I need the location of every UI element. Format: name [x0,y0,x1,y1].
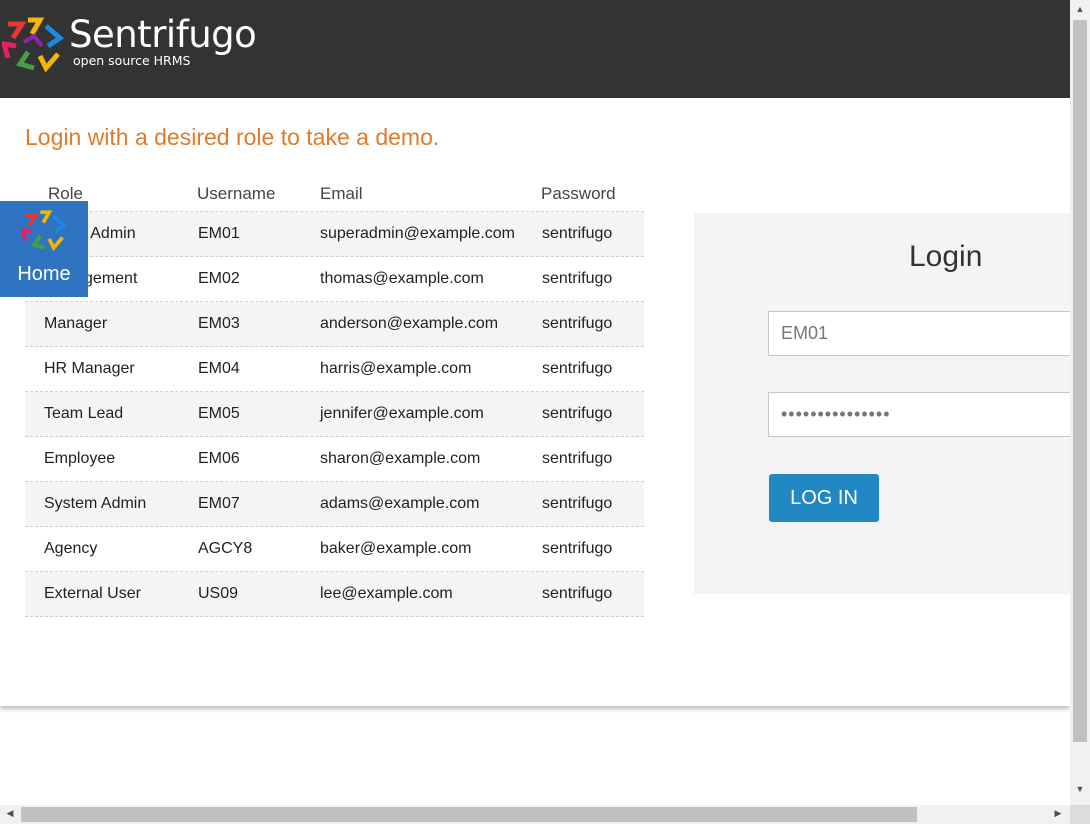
cell-email: sharon@example.com [320,450,481,467]
table-row[interactable]: External User US09 lee@example.com sentr… [25,572,644,617]
table-row[interactable]: Super Admin EM01 superadmin@example.com … [25,212,644,257]
brand-tagline: open source HRMS [73,53,191,68]
cell-username: EM02 [198,270,240,287]
cell-role: HR Manager [44,360,135,377]
cell-email: adams@example.com [320,495,480,512]
table-row[interactable]: HR Manager EM04 harris@example.com sentr… [25,347,644,392]
sentrifugo-logo-icon [21,210,67,251]
horizontal-scrollbar[interactable]: ◀ ▶ [0,805,1070,824]
cell-email: thomas@example.com [320,270,484,287]
login-panel: Login LOG IN [694,213,1070,594]
cell-username: EM05 [198,405,240,422]
home-button[interactable]: Home [0,201,88,297]
column-header-username: Username [197,184,276,203]
scroll-left-arrow-icon[interactable]: ◀ [0,808,20,819]
scrollbar-corner [1070,805,1090,824]
cell-email: jennifer@example.com [320,405,484,422]
cell-username: AGCY8 [198,540,253,557]
table-row[interactable]: System Admin EM07 adams@example.com sent… [25,482,644,527]
cell-password: sentrifugo [542,225,613,242]
cell-password: sentrifugo [542,495,613,512]
cell-username: EM03 [198,315,240,332]
cell-username: EM04 [198,360,240,377]
login-button[interactable]: LOG IN [769,474,879,522]
vertical-scroll-thumb[interactable] [1073,20,1087,742]
cell-role: Team Lead [44,405,124,422]
top-header: Sentrifugo open source HRMS [0,0,1070,98]
table-row[interactable]: Management EM02 thomas@example.com sentr… [25,257,644,302]
password-input[interactable] [768,392,1070,437]
brand-name: Sentrifugo [69,13,257,56]
page-viewport: Sentrifugo open source HRMS Login with a… [0,0,1070,805]
cell-username: EM01 [198,225,240,242]
home-button-label: Home [17,263,71,285]
demo-credentials-table: Role Username Email Password Super Admin… [25,172,644,617]
cell-email: anderson@example.com [320,315,499,332]
cell-password: sentrifugo [542,270,613,287]
cell-password: sentrifugo [542,405,613,422]
cell-role: Manager [44,315,108,332]
cell-username: US09 [198,585,239,602]
cell-username: EM06 [198,450,240,467]
cell-password: sentrifugo [542,315,613,332]
cell-email: superadmin@example.com [320,225,515,242]
cell-role: Agency [44,540,98,557]
scroll-right-arrow-icon[interactable]: ▶ [1048,808,1068,819]
column-header-email: Email [320,184,363,203]
demo-heading: Login with a desired role to take a demo… [25,124,440,150]
cell-email: harris@example.com [320,360,472,377]
cell-password: sentrifugo [542,540,613,557]
login-title: Login [909,240,983,273]
horizontal-scroll-thumb[interactable] [21,807,917,822]
sentrifugo-logo-icon[interactable] [2,16,64,72]
cell-password: sentrifugo [542,585,613,602]
cell-password: sentrifugo [542,450,613,467]
cell-email: baker@example.com [320,540,472,557]
cell-password: sentrifugo [542,360,613,377]
scroll-down-arrow-icon[interactable]: ▼ [1070,784,1090,794]
cell-email: lee@example.com [320,585,453,602]
scroll-up-arrow-icon[interactable]: ▲ [1070,4,1090,14]
cell-role: External User [44,585,141,602]
vertical-scrollbar[interactable]: ▲ ▼ [1070,0,1090,805]
username-input[interactable] [768,311,1070,356]
table-row[interactable]: Employee EM06 sharon@example.com sentrif… [25,437,644,482]
table-row[interactable]: Manager EM03 anderson@example.com sentri… [25,302,644,347]
table-row[interactable]: Team Lead EM05 jennifer@example.com sent… [25,392,644,437]
cell-role: Employee [44,450,116,467]
table-row[interactable]: Agency AGCY8 baker@example.com sentrifug… [25,527,644,572]
column-header-password: Password [541,184,616,203]
cell-role: System Admin [44,495,147,512]
cell-username: EM07 [198,495,240,512]
table-header: Role Username Email Password [25,172,644,212]
